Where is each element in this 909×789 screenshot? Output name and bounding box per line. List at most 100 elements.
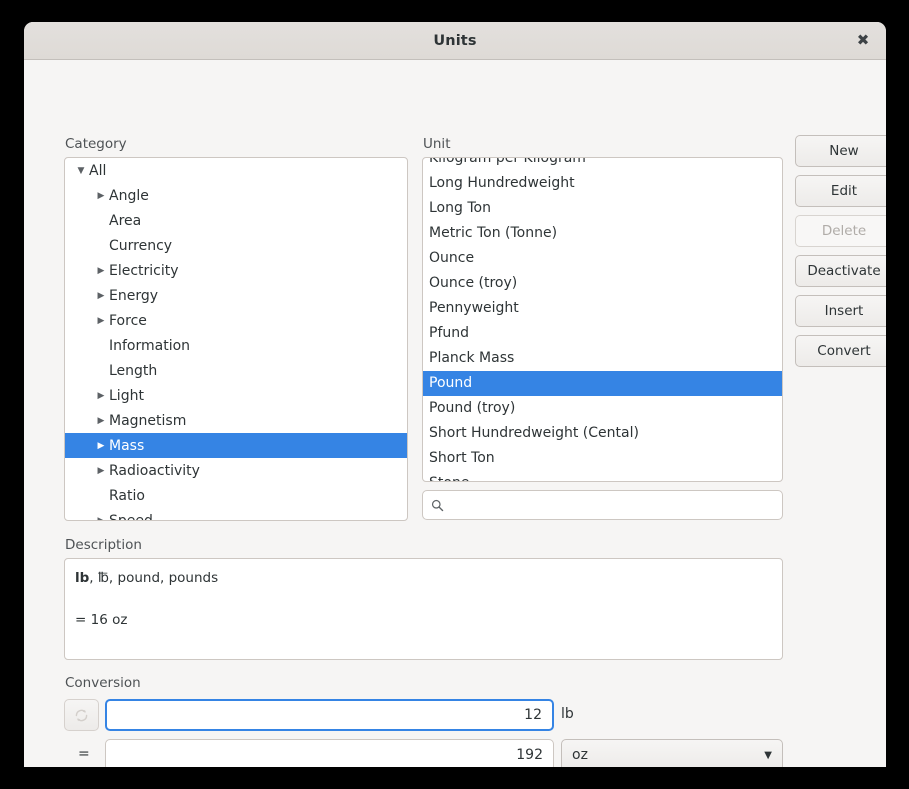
search-icon [431,499,444,512]
category-item-label: Magnetism [109,413,186,429]
unit-list-item-label: Short Hundredweight (Cental) [429,425,639,441]
convert-button[interactable]: Convert [795,335,886,367]
category-item-speed[interactable]: ▶Speed [65,508,407,521]
unit-list-item[interactable]: Planck Mass [423,346,782,371]
unit-list-item[interactable]: Long Hundredweight [423,171,782,196]
search-input[interactable] [450,491,774,519]
category-item-label: All [89,163,106,179]
unit-list-item-label: Metric Ton (Tonne) [429,225,557,241]
chevron-right-icon[interactable]: ▶ [93,441,109,451]
category-item-label: Currency [109,238,172,254]
unit-list-item[interactable]: Short Ton [423,446,782,471]
category-item-label: Mass [109,438,144,454]
unit-list-item-label: Pound (troy) [429,400,515,416]
category-item-label: Area [109,213,141,229]
unit-list-item-label: Long Ton [429,200,491,216]
chevron-right-icon[interactable]: ▶ [93,266,109,276]
category-item-information[interactable]: ▶Information [65,333,407,358]
close-icon[interactable]: ✖ [849,27,877,55]
conversion-value-input[interactable]: 12 [105,699,554,731]
unit-list-item[interactable]: Ounce [423,246,782,271]
unit-list-item-label: Ounce [429,250,474,266]
swap-units-button[interactable] [64,699,99,731]
chevron-right-icon[interactable]: ▶ [93,516,109,522]
unit-list-item-label: Planck Mass [429,350,514,366]
chevron-right-icon[interactable]: ▶ [93,466,109,476]
unit-list-item[interactable]: Long Ton [423,196,782,221]
category-item-all[interactable]: ▼All [65,158,407,183]
unit-list-item[interactable]: Short Hundredweight (Cental) [423,421,782,446]
unit-list-item[interactable]: Kilogram per Kilogram [423,157,782,171]
description-label: Description [65,537,142,553]
category-item-light[interactable]: ▶Light [65,383,407,408]
chevron-right-icon[interactable]: ▶ [93,391,109,401]
category-item-magnetism[interactable]: ▶Magnetism [65,408,407,433]
dialog-body: Category ▼All▶Angle▶Area▶Currency▶Electr… [24,60,886,767]
unit-list-item-label: Long Hundredweight [429,175,575,191]
chevron-right-icon[interactable]: ▶ [93,316,109,326]
category-item-ratio[interactable]: ▶Ratio [65,483,407,508]
edit-button[interactable]: Edit [795,175,886,207]
insert-button[interactable]: Insert [795,295,886,327]
category-item-angle[interactable]: ▶Angle [65,183,407,208]
category-tree[interactable]: ▼All▶Angle▶Area▶Currency▶Electricity▶Ene… [64,157,408,521]
category-item-label: Light [109,388,144,404]
unit-list-item-label: Stone [429,475,469,482]
category-item-currency[interactable]: ▶Currency [65,233,407,258]
description-equivalence: = 16 oz [75,611,772,631]
category-item-area[interactable]: ▶Area [65,208,407,233]
unit-list-item-label: Short Ton [429,450,495,466]
description-abbrev-rest: , ℔, pound, pounds [89,570,218,586]
category-item-electricity[interactable]: ▶Electricity [65,258,407,283]
category-item-energy[interactable]: ▶Energy [65,283,407,308]
unit-list-item[interactable]: Metric Ton (Tonne) [423,221,782,246]
description-panel: lb, ℔, pound, pounds = 16 oz [64,558,783,660]
chevron-right-icon[interactable]: ▶ [93,291,109,301]
unit-search-box[interactable] [422,490,783,520]
unit-list-item[interactable]: Stone [423,471,782,482]
category-item-mass[interactable]: ▶Mass [65,433,407,458]
unit-list-item[interactable]: Pound (troy) [423,396,782,421]
unit-list[interactable]: Kilogram per Kilogram Long Hundredweight L… [422,157,783,482]
category-item-label: Electricity [109,263,179,279]
category-item-label: Ratio [109,488,145,504]
category-item-force[interactable]: ▶Force [65,308,407,333]
titlebar: Units ✖ [24,22,886,60]
unit-list-item[interactable]: Ounce (troy) [423,271,782,296]
category-item-length[interactable]: ▶Length [65,358,407,383]
unit-list-item-label: Ounce (troy) [429,275,517,291]
unit-list-item[interactable]: Pennyweight [423,296,782,321]
delete-button: Delete [795,215,886,247]
conversion-result-field[interactable]: 192 [105,739,554,767]
category-item-label: Speed [109,513,153,522]
deactivate-button[interactable]: Deactivate [795,255,886,287]
swap-refresh-icon [73,707,90,724]
description-abbreviations: lb, ℔, pound, pounds [75,569,772,589]
window-title: Units [433,33,476,49]
chevron-down-icon[interactable]: ▼ [73,166,89,176]
category-item-label: Length [109,363,157,379]
chevron-down-icon: ▼ [764,750,772,761]
units-dialog-window: Units ✖ Category ▼All▶Angle▶Area▶Currenc… [24,22,886,767]
chevron-right-icon[interactable]: ▶ [93,416,109,426]
chevron-right-icon[interactable]: ▶ [93,191,109,201]
target-unit-value: oz [572,747,588,763]
new-button[interactable]: New [795,135,886,167]
unit-list-item-label: Pound [429,375,472,391]
category-item-radioactivity[interactable]: ▶Radioactivity [65,458,407,483]
unit-label: Unit [423,136,450,152]
category-item-label: Angle [109,188,149,204]
description-abbrev-bold: lb [75,570,89,586]
conversion-label: Conversion [65,675,141,691]
unit-list-item-label: Pennyweight [429,300,519,316]
unit-list-item-label: Pfund [429,325,469,341]
unit-list-item[interactable]: Pfund [423,321,782,346]
category-item-label: Radioactivity [109,463,200,479]
target-unit-dropdown[interactable]: oz ▼ [561,739,783,767]
category-item-label: Force [109,313,147,329]
category-item-label: Information [109,338,190,354]
conversion-from-unit: lb [561,706,574,722]
unit-list-item[interactable]: Pound [423,371,782,396]
unit-list-item-label: Kilogram per Kilogram [429,157,586,166]
category-item-label: Energy [109,288,158,304]
